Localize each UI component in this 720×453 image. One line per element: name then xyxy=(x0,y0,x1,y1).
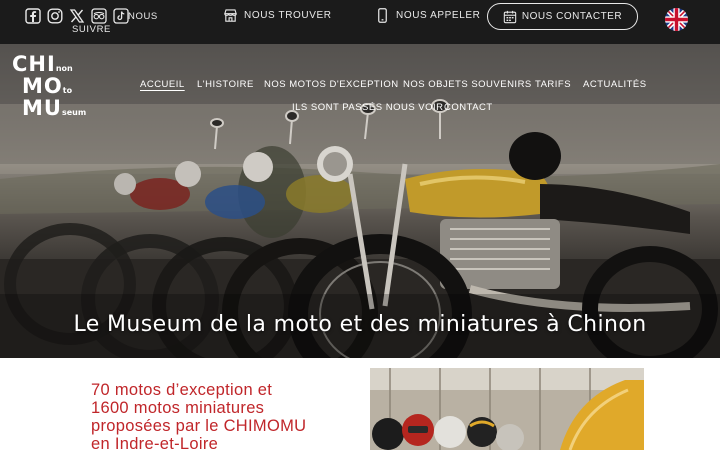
phone-icon xyxy=(378,8,387,23)
logo-mo: MO xyxy=(22,74,63,98)
contact-us-label: NOUS CONTACTER xyxy=(521,11,623,22)
nav-item-tarifs[interactable]: TARIFS xyxy=(535,79,571,90)
social-links xyxy=(24,7,130,25)
nav-item-accueil[interactable]: ACCUEIL xyxy=(140,79,185,90)
calendar-icon xyxy=(503,10,517,23)
logo-to: to xyxy=(62,86,73,95)
hero-banner: CHInon MOto MUseum ACCUEIL L'HISTOIRE NO… xyxy=(0,44,720,358)
intro-line: en Indre-et-Loire xyxy=(91,435,219,453)
logo-chi: CHI xyxy=(12,52,56,76)
nav-item-ils-sont-passes[interactable]: ILS SONT PASSÉS NOUS VOIR xyxy=(292,102,444,113)
nav-item-contact[interactable]: CONTACT xyxy=(444,102,493,113)
top-bar: NOUS SUIVRE NOUS TROUVER NOUS APPELER NO… xyxy=(0,0,720,44)
logo-seum: seum xyxy=(61,108,87,117)
intro-line: 1600 motos miniatures xyxy=(91,399,265,417)
nav-item-motos-exception[interactable]: NOS MOTOS D'EXCEPTION xyxy=(264,79,399,90)
logo-mu: MU xyxy=(22,96,62,120)
find-us-link[interactable]: NOUS TROUVER xyxy=(223,8,332,23)
uk-flag-icon[interactable] xyxy=(665,8,688,31)
call-us-label: NOUS APPELER xyxy=(396,10,481,21)
hero-title: Le Museum de la moto et des miniatures à… xyxy=(73,312,647,337)
tripadvisor-icon[interactable] xyxy=(90,7,108,25)
intro-heading: 70 motos d’exception et 1600 motos minia… xyxy=(91,381,351,453)
intro-line: proposées par le CHIMOMU xyxy=(91,417,307,435)
follow-us-label-2: SUIVRE xyxy=(72,24,111,35)
contact-us-button[interactable]: NOUS CONTACTER xyxy=(487,3,638,30)
intro-line: 70 motos d’exception et xyxy=(91,381,273,399)
x-icon[interactable] xyxy=(68,7,86,25)
instagram-icon[interactable] xyxy=(46,7,64,25)
hero-motorcycles-image xyxy=(0,44,720,358)
facebook-icon[interactable] xyxy=(24,7,42,25)
nav-item-objets-souvenirs[interactable]: NOS OBJETS SOUVENIRS xyxy=(403,79,532,90)
call-us-link[interactable]: NOUS APPELER xyxy=(375,8,480,23)
nav-item-histoire[interactable]: L'HISTOIRE xyxy=(197,79,254,90)
shop-icon xyxy=(224,9,237,22)
follow-us-label: NOUS xyxy=(128,11,158,22)
find-us-label: NOUS TROUVER xyxy=(244,10,332,21)
helmets-photo xyxy=(370,368,644,450)
logo-non: non xyxy=(55,64,73,73)
nav-item-actualites[interactable]: ACTUALITÉS xyxy=(583,79,647,90)
